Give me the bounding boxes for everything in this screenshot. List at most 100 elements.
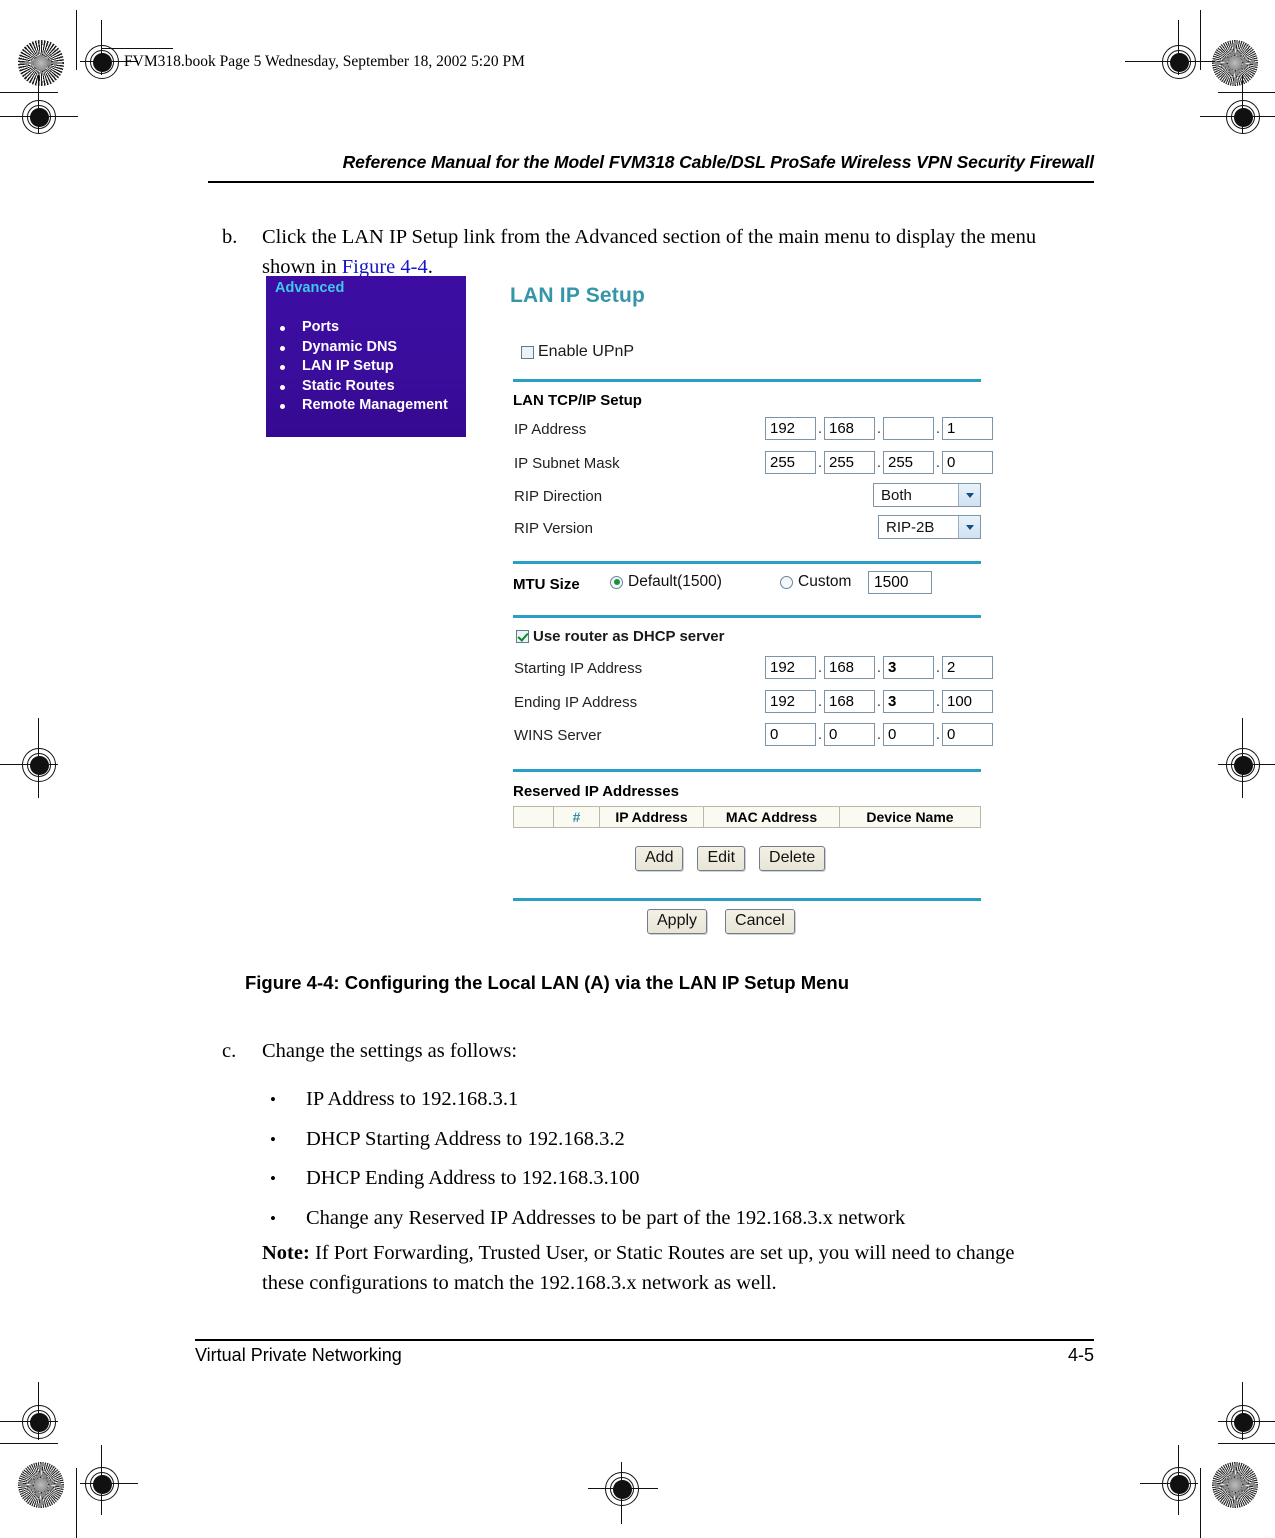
crosshair-horizontal-bottom-center — [588, 1488, 658, 1490]
octet-separator: . — [817, 693, 823, 710]
footer-page-number: 4-5 — [1067, 1345, 1094, 1365]
wins-server-octet-3[interactable]: 0 — [883, 723, 934, 746]
chevron-down-icon[interactable] — [958, 516, 980, 538]
subnet-mask-octet-3[interactable]: 255 — [883, 451, 934, 474]
ip-address-octet-1[interactable]: 192 — [765, 417, 816, 440]
mtu-default-label: Default(1500) — [628, 573, 722, 590]
cancel-button[interactable]: Cancel — [725, 909, 795, 934]
reserved-column-number: # — [554, 807, 600, 827]
trim-line-bottom-left — [76, 1468, 78, 1538]
running-header-title: Reference Manual for the Model FVM318 Ca… — [342, 152, 1095, 172]
wins-server-octet-2[interactable]: 0 — [824, 723, 875, 746]
crosshair-vertical-upper-right — [1242, 75, 1244, 133]
note-paragraph: Note: If Port Forwarding, Trusted User, … — [262, 1238, 1052, 1298]
rip-direction-select[interactable]: Both — [873, 483, 981, 507]
reserved-column-mac-address: MAC Address — [704, 807, 840, 827]
rip-version-select[interactable]: RIP-2B — [878, 515, 981, 539]
ip-address-octet-4[interactable]: 1 — [942, 417, 993, 440]
step-c-text: Change the settings as follows: — [262, 1040, 518, 1062]
step-b-label: b. — [222, 226, 238, 248]
crosshair-vertical-bottom-left — [101, 1445, 103, 1515]
sidebar-item-lan-ip-setup[interactable]: LAN IP Setup — [276, 357, 448, 377]
divider-above-apply — [513, 898, 981, 901]
mtu-custom-radio[interactable] — [780, 575, 793, 589]
ip-address-octet-group[interactable]: 192 . 168 . . 1 — [765, 417, 993, 440]
ending-ip-octet-3[interactable]: 3 — [883, 690, 934, 713]
crosshair-vertical-mid-left — [38, 718, 40, 798]
wins-server-octet-4[interactable]: 0 — [942, 723, 993, 746]
color-rosette-mark-top-left — [18, 40, 64, 86]
starting-ip-octet-group[interactable]: 192 . 168 . 3 . 2 — [765, 656, 993, 679]
enable-upnp-checkbox[interactable] — [521, 345, 534, 359]
wins-server-octet-1[interactable]: 0 — [765, 723, 816, 746]
ip-address-label: IP Address — [514, 421, 587, 438]
mtu-custom-label: Custom — [798, 573, 852, 590]
divider-above-reserved — [513, 769, 981, 772]
crosshair-horizontal-bottom-right — [1140, 1483, 1198, 1485]
crosshair-vertical-bottom-center — [621, 1462, 623, 1524]
mtu-custom-input[interactable]: 1500 — [868, 571, 932, 594]
starting-ip-octet-1[interactable]: 192 — [765, 656, 816, 679]
enable-upnp-row[interactable]: Enable UPnP — [521, 343, 634, 361]
crosshair-horizontal-mid-right — [1218, 764, 1275, 766]
ip-address-octet-2[interactable]: 168 — [824, 417, 875, 440]
color-rosette-mark-bottom-right — [1212, 1462, 1258, 1508]
octet-separator: . — [935, 693, 941, 710]
edit-button[interactable]: Edit — [697, 846, 746, 871]
ending-ip-octet-1[interactable]: 192 — [765, 690, 816, 713]
starting-ip-octet-2[interactable]: 168 — [824, 656, 875, 679]
ending-ip-octet-4[interactable]: 100 — [942, 690, 993, 713]
apply-button[interactable]: Apply — [647, 909, 708, 934]
reserved-ip-table-header: # IP Address MAC Address Device Name — [513, 806, 981, 828]
reserved-column-device-name: Device Name — [866, 809, 954, 825]
figure-cross-reference-link[interactable]: Figure 4-4 — [342, 256, 428, 278]
octet-separator: . — [876, 659, 882, 676]
crosshair-horizontal-lower-left — [0, 1421, 58, 1423]
sidebar-item-dynamic-dns[interactable]: Dynamic DNS — [276, 338, 448, 358]
subnet-mask-octet-4[interactable]: 0 — [942, 451, 993, 474]
mtu-default-option[interactable]: Default(1500) — [610, 573, 722, 591]
bullet-dhcp-starting: DHCP Starting Address to 192.168.3.2 — [262, 1120, 1082, 1160]
add-button[interactable]: Add — [635, 846, 684, 871]
lan-tcpip-setup-heading: LAN TCP/IP Setup — [513, 392, 642, 409]
wins-server-label: WINS Server — [514, 727, 602, 744]
crosshair-horizontal-mid-left — [0, 764, 58, 766]
starting-ip-octet-4[interactable]: 2 — [942, 656, 993, 679]
crosshair-horizontal-top-right — [1125, 61, 1215, 63]
octet-separator: . — [817, 659, 823, 676]
divider-above-tcpip — [513, 379, 981, 382]
mtu-default-radio[interactable] — [610, 575, 623, 589]
subnet-mask-octet-1[interactable]: 255 — [765, 451, 816, 474]
starting-ip-octet-3[interactable]: 3 — [883, 656, 934, 679]
crosshair-vertical-upper-left — [38, 75, 40, 133]
sidebar-item-remote-management[interactable]: Remote Management — [276, 396, 448, 416]
dhcp-server-checkbox[interactable] — [516, 630, 529, 643]
ending-ip-octet-group[interactable]: 192 . 168 . 3 . 100 — [765, 690, 993, 713]
subnet-mask-octet-2[interactable]: 255 — [824, 451, 875, 474]
crosshair-vertical-lower-right — [1242, 1382, 1244, 1440]
step-b-text: Click the LAN IP Setup link from the Adv… — [262, 222, 1082, 282]
reserved-ip-heading: Reserved IP Addresses — [513, 783, 679, 800]
sidebar-item-ports[interactable]: Ports — [276, 318, 448, 338]
advanced-nav-title: Advanced — [275, 280, 345, 296]
octet-separator: . — [876, 420, 882, 437]
ending-ip-octet-2[interactable]: 168 — [824, 690, 875, 713]
crosshair-horizontal-lower-right — [1218, 1421, 1275, 1423]
dhcp-server-row[interactable]: Use router as DHCP server — [516, 628, 724, 645]
subnet-mask-octet-group[interactable]: 255 . 255 . 255 . 0 — [765, 451, 993, 474]
chevron-down-icon[interactable] — [958, 484, 980, 506]
trim-line-bottom-right — [1200, 1468, 1202, 1538]
footer-rule — [195, 1339, 1094, 1341]
bullet-reserved-ip: Change any Reserved IP Addresses to be p… — [262, 1199, 1082, 1239]
rip-direction-value: Both — [881, 486, 912, 504]
divider-above-dhcp — [513, 615, 981, 618]
mtu-custom-option[interactable]: Custom — [780, 573, 851, 591]
step-b-paragraph: b. Click the LAN IP Setup link from the … — [222, 222, 1082, 282]
delete-button[interactable]: Delete — [759, 846, 826, 871]
octet-separator: . — [817, 420, 823, 437]
sidebar-item-static-routes[interactable]: Static Routes — [276, 377, 448, 397]
divider-above-mtu — [513, 561, 981, 564]
trim-line-top-left — [76, 10, 78, 70]
wins-server-octet-group[interactable]: 0 . 0 . 0 . 0 — [765, 723, 993, 746]
ip-address-octet-3[interactable] — [883, 417, 934, 440]
